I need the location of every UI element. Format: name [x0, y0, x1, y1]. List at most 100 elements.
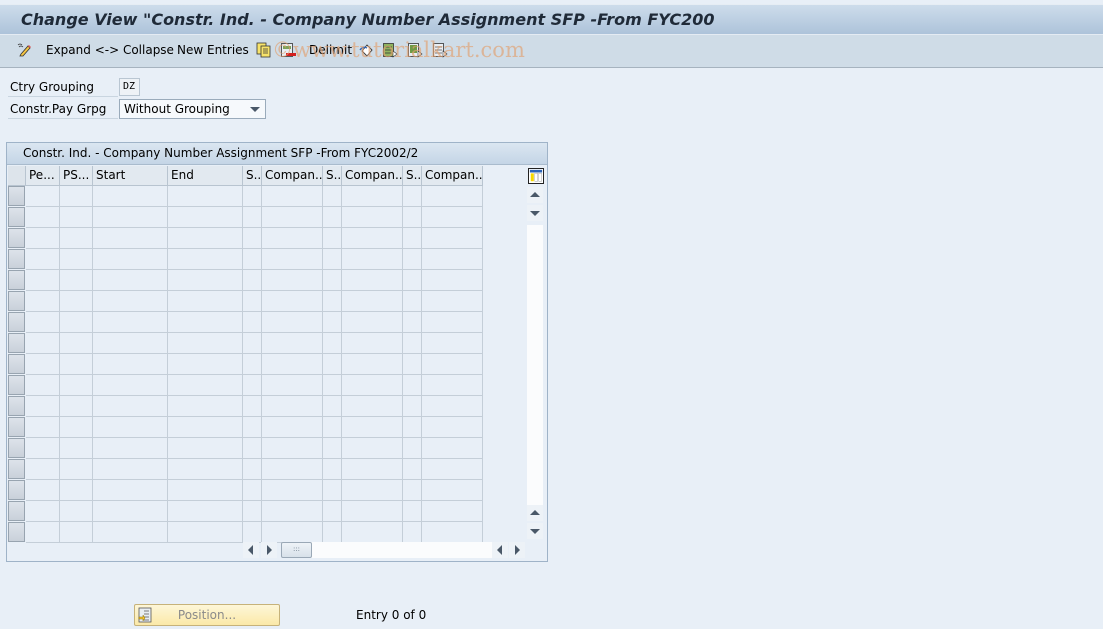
scroll-far-right-button[interactable]	[509, 542, 525, 558]
table-cell[interactable]	[93, 228, 168, 249]
table-cell[interactable]	[243, 375, 262, 396]
table-cell[interactable]	[262, 354, 323, 375]
copy-as-icon[interactable]	[256, 42, 272, 58]
table-cell[interactable]	[60, 396, 93, 417]
table-cell[interactable]	[60, 291, 93, 312]
table-cell[interactable]	[168, 417, 243, 438]
table-cell[interactable]	[323, 186, 342, 207]
column-header[interactable]: Compan...	[422, 166, 483, 186]
table-cell[interactable]	[26, 417, 60, 438]
table-cell[interactable]	[26, 270, 60, 291]
deselect-all-icon[interactable]	[432, 42, 448, 58]
table-cell[interactable]	[403, 333, 422, 354]
table-cell[interactable]	[262, 522, 323, 543]
column-header[interactable]: S..	[403, 166, 422, 186]
table-cell[interactable]	[243, 480, 262, 501]
row-selector[interactable]	[8, 186, 25, 206]
table-cell[interactable]	[342, 438, 403, 459]
table-cell[interactable]	[93, 396, 168, 417]
table-cell[interactable]	[168, 396, 243, 417]
table-cell[interactable]	[168, 480, 243, 501]
table-cell[interactable]	[93, 480, 168, 501]
table-cell[interactable]	[342, 312, 403, 333]
row-selector[interactable]	[8, 417, 25, 437]
table-cell[interactable]	[262, 312, 323, 333]
table-cell[interactable]	[342, 186, 403, 207]
position-button[interactable]: Position...	[134, 604, 280, 626]
table-cell[interactable]	[342, 228, 403, 249]
table-cell[interactable]	[26, 291, 60, 312]
select-block-icon[interactable]	[407, 42, 423, 58]
row-selector[interactable]	[8, 354, 25, 374]
column-header[interactable]: PS...	[60, 166, 93, 186]
column-header[interactable]: Compan...	[262, 166, 323, 186]
table-cell[interactable]	[403, 396, 422, 417]
table-cell[interactable]	[342, 249, 403, 270]
table-cell[interactable]	[323, 459, 342, 480]
table-cell[interactable]	[323, 396, 342, 417]
table-cell[interactable]	[403, 438, 422, 459]
column-header[interactable]: Pe...	[26, 166, 60, 186]
table-cell[interactable]	[243, 291, 262, 312]
scroll-far-left-button[interactable]	[492, 542, 508, 558]
table-cell[interactable]	[422, 438, 483, 459]
row-selector[interactable]	[8, 501, 25, 521]
ctry-grouping-field[interactable]: DZ	[119, 78, 140, 96]
table-cell[interactable]	[93, 186, 168, 207]
table-cell[interactable]	[403, 291, 422, 312]
row-selector[interactable]	[8, 249, 25, 269]
table-cell[interactable]	[262, 186, 323, 207]
table-cell[interactable]	[243, 396, 262, 417]
table-cell[interactable]	[26, 333, 60, 354]
table-cell[interactable]	[93, 312, 168, 333]
scroll-page-up-button[interactable]	[527, 505, 543, 521]
table-cell[interactable]	[26, 438, 60, 459]
table-cell[interactable]	[403, 354, 422, 375]
table-cell[interactable]	[93, 501, 168, 522]
table-cell[interactable]	[403, 480, 422, 501]
table-cell[interactable]	[168, 249, 243, 270]
table-cell[interactable]	[93, 522, 168, 543]
table-cell[interactable]	[26, 522, 60, 543]
table-cell[interactable]	[93, 207, 168, 228]
table-cell[interactable]	[262, 396, 323, 417]
new-entries-button[interactable]: New Entries	[177, 43, 249, 57]
row-selector[interactable]	[8, 438, 25, 458]
horizontal-scroll-track[interactable]	[282, 542, 492, 558]
table-cell[interactable]	[60, 417, 93, 438]
table-cell[interactable]	[342, 459, 403, 480]
table-cell[interactable]	[323, 291, 342, 312]
table-cell[interactable]	[422, 207, 483, 228]
scroll-right-button[interactable]	[261, 542, 277, 558]
row-selector[interactable]	[8, 291, 25, 311]
table-cell[interactable]	[262, 333, 323, 354]
table-cell[interactable]	[60, 459, 93, 480]
table-cell[interactable]	[262, 438, 323, 459]
table-cell[interactable]	[323, 354, 342, 375]
table-cell[interactable]	[168, 228, 243, 249]
table-cell[interactable]	[243, 207, 262, 228]
table-cell[interactable]	[60, 501, 93, 522]
table-cell[interactable]	[262, 228, 323, 249]
table-cell[interactable]	[323, 249, 342, 270]
table-cell[interactable]	[26, 501, 60, 522]
select-all-rows-button[interactable]	[8, 166, 26, 186]
table-cell[interactable]	[403, 270, 422, 291]
delimit-button[interactable]: Delimit	[309, 43, 352, 57]
table-cell[interactable]	[323, 522, 342, 543]
table-cell[interactable]	[60, 522, 93, 543]
table-cell[interactable]	[60, 249, 93, 270]
table-cell[interactable]	[26, 480, 60, 501]
row-selector[interactable]	[8, 270, 25, 290]
table-cell[interactable]	[26, 186, 60, 207]
chevron-down-icon[interactable]	[250, 107, 260, 112]
table-cell[interactable]	[342, 396, 403, 417]
scroll-left-button[interactable]	[243, 542, 259, 558]
table-cell[interactable]	[342, 522, 403, 543]
table-cell[interactable]	[168, 438, 243, 459]
column-header[interactable]: Start	[93, 166, 168, 186]
table-cell[interactable]	[323, 438, 342, 459]
row-selector[interactable]	[8, 228, 25, 248]
table-cell[interactable]	[342, 375, 403, 396]
select-all-icon[interactable]	[382, 42, 398, 58]
